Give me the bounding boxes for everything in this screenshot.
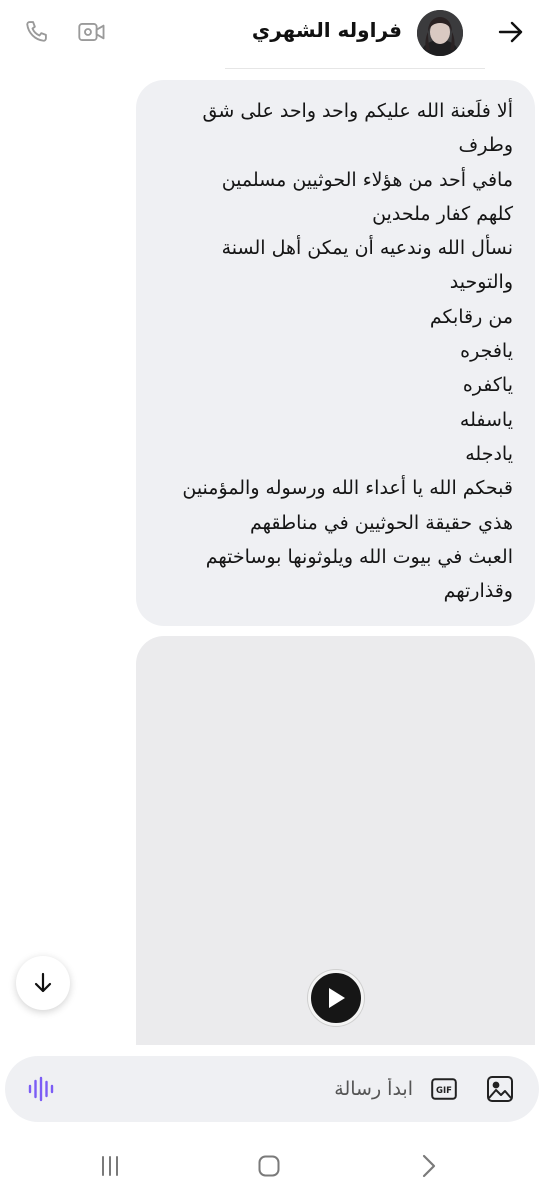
message-line: ألا فلَعنة الله عليكم واحد واحد على شق [202,100,513,122]
system-navbar [0,1135,557,1200]
phone-icon[interactable] [20,16,52,48]
gallery-icon[interactable] [485,1074,515,1104]
message-line: وطرف [458,134,513,157]
message-line: ياسفله [459,408,513,431]
message-bubble[interactable]: ألا فلَعنة الله عليكم واحد واحد على شق و… [136,80,535,626]
contact-name[interactable]: فراوله الشهري [252,18,402,42]
message-line: من رقابكم [429,305,513,328]
chat-header: فراوله الشهري [0,0,557,69]
gif-icon[interactable]: GIF [430,1076,458,1102]
message-composer: GIF [5,1056,539,1122]
header-divider [225,68,485,69]
message-line: هذي حقيقة الحوثيين في مناطقهم [249,511,513,534]
back-icon[interactable] [411,1151,447,1181]
play-icon[interactable] [308,970,364,1026]
message-line: مافي أحد من هؤلاء الحوثيين مسلمين [221,168,513,191]
scroll-down-icon[interactable] [16,956,70,1010]
avatar[interactable] [417,10,463,56]
message-input[interactable] [75,1074,413,1104]
recents-icon[interactable] [92,1151,128,1181]
message-line: قبحكم الله يا أعداء الله ورسوله والمؤمني… [182,477,513,500]
back-arrow-icon[interactable] [495,16,527,48]
message-line: يافجره [460,340,513,363]
message-line: العبث في بيوت الله ويلوثونها بوساختهم [205,545,513,568]
message-line: والتوحيد [449,271,513,294]
message-line: نسأل الله وندعيه أن يمكن أهل السنة [221,237,513,260]
voice-message-icon[interactable] [25,1073,57,1105]
message-line: ياكفره [462,374,513,397]
message-line: وقذارتهم [443,580,513,603]
gif-label: GIF [436,1086,452,1096]
message-line: يادجله [465,442,513,465]
video-attachment[interactable] [136,636,535,1056]
message-line: كلهم كفار ملحدين [372,202,513,225]
video-call-icon[interactable] [76,16,108,48]
home-icon[interactable] [251,1151,287,1181]
